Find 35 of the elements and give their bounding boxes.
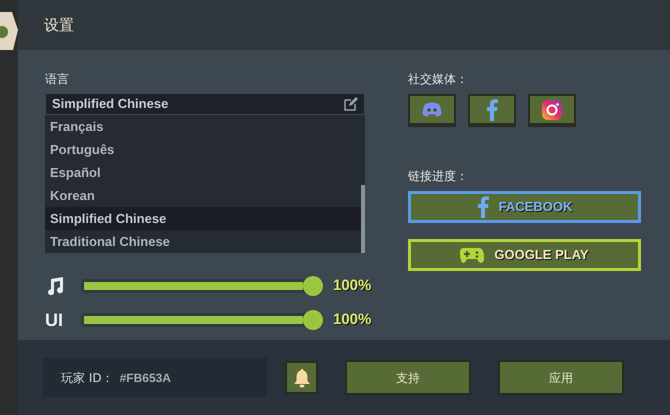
social-button[interactable] — [468, 94, 516, 125]
notification-button[interactable] — [285, 361, 318, 394]
account-link-button[interactable]: GOOGLE PLAY — [408, 239, 641, 271]
player-id-label: 玩家 ID： — [61, 370, 114, 386]
player-id-value: #FB653A — [120, 370, 171, 386]
language-option[interactable]: Français — [45, 115, 361, 138]
language-option[interactable]: Korean — [45, 184, 361, 207]
language-option[interactable]: Traditional Chinese — [45, 230, 361, 253]
language-label: 语言 — [45, 71, 70, 88]
volume-reading: 100% — [333, 310, 372, 330]
slider-thumb[interactable] — [303, 310, 323, 330]
ui-label: UI — [45, 308, 63, 332]
music-note-icon — [45, 277, 65, 295]
volume-slider[interactable] — [81, 276, 323, 296]
language-select[interactable]: Simplified Chinese — [45, 93, 365, 115]
bell-icon — [292, 368, 310, 388]
language-option[interactable]: Português — [45, 138, 361, 161]
footer-button[interactable]: 应用 — [498, 360, 624, 395]
social-label: 社交媒体： — [408, 71, 469, 88]
scrollbar — [361, 185, 365, 253]
slider-thumb[interactable] — [303, 276, 323, 296]
facebook-f-icon — [486, 98, 498, 120]
social-button[interactable] — [528, 94, 576, 125]
link-progress-label: 链接进度： — [408, 168, 469, 185]
facebook-f-icon — [476, 196, 489, 218]
window-title: 设置 — [44, 14, 74, 36]
edit-icon — [344, 97, 358, 111]
footer-button[interactable]: 支持 — [345, 360, 471, 395]
game-controller-face-icon — [421, 102, 443, 118]
volume-slider[interactable] — [81, 310, 323, 330]
language-option[interactable]: Español — [45, 161, 361, 184]
language-option[interactable]: Simplified Chinese — [45, 207, 361, 230]
camera-icon — [541, 98, 563, 120]
volume-reading: 100% — [333, 276, 372, 296]
gamepad-icon — [460, 247, 484, 263]
